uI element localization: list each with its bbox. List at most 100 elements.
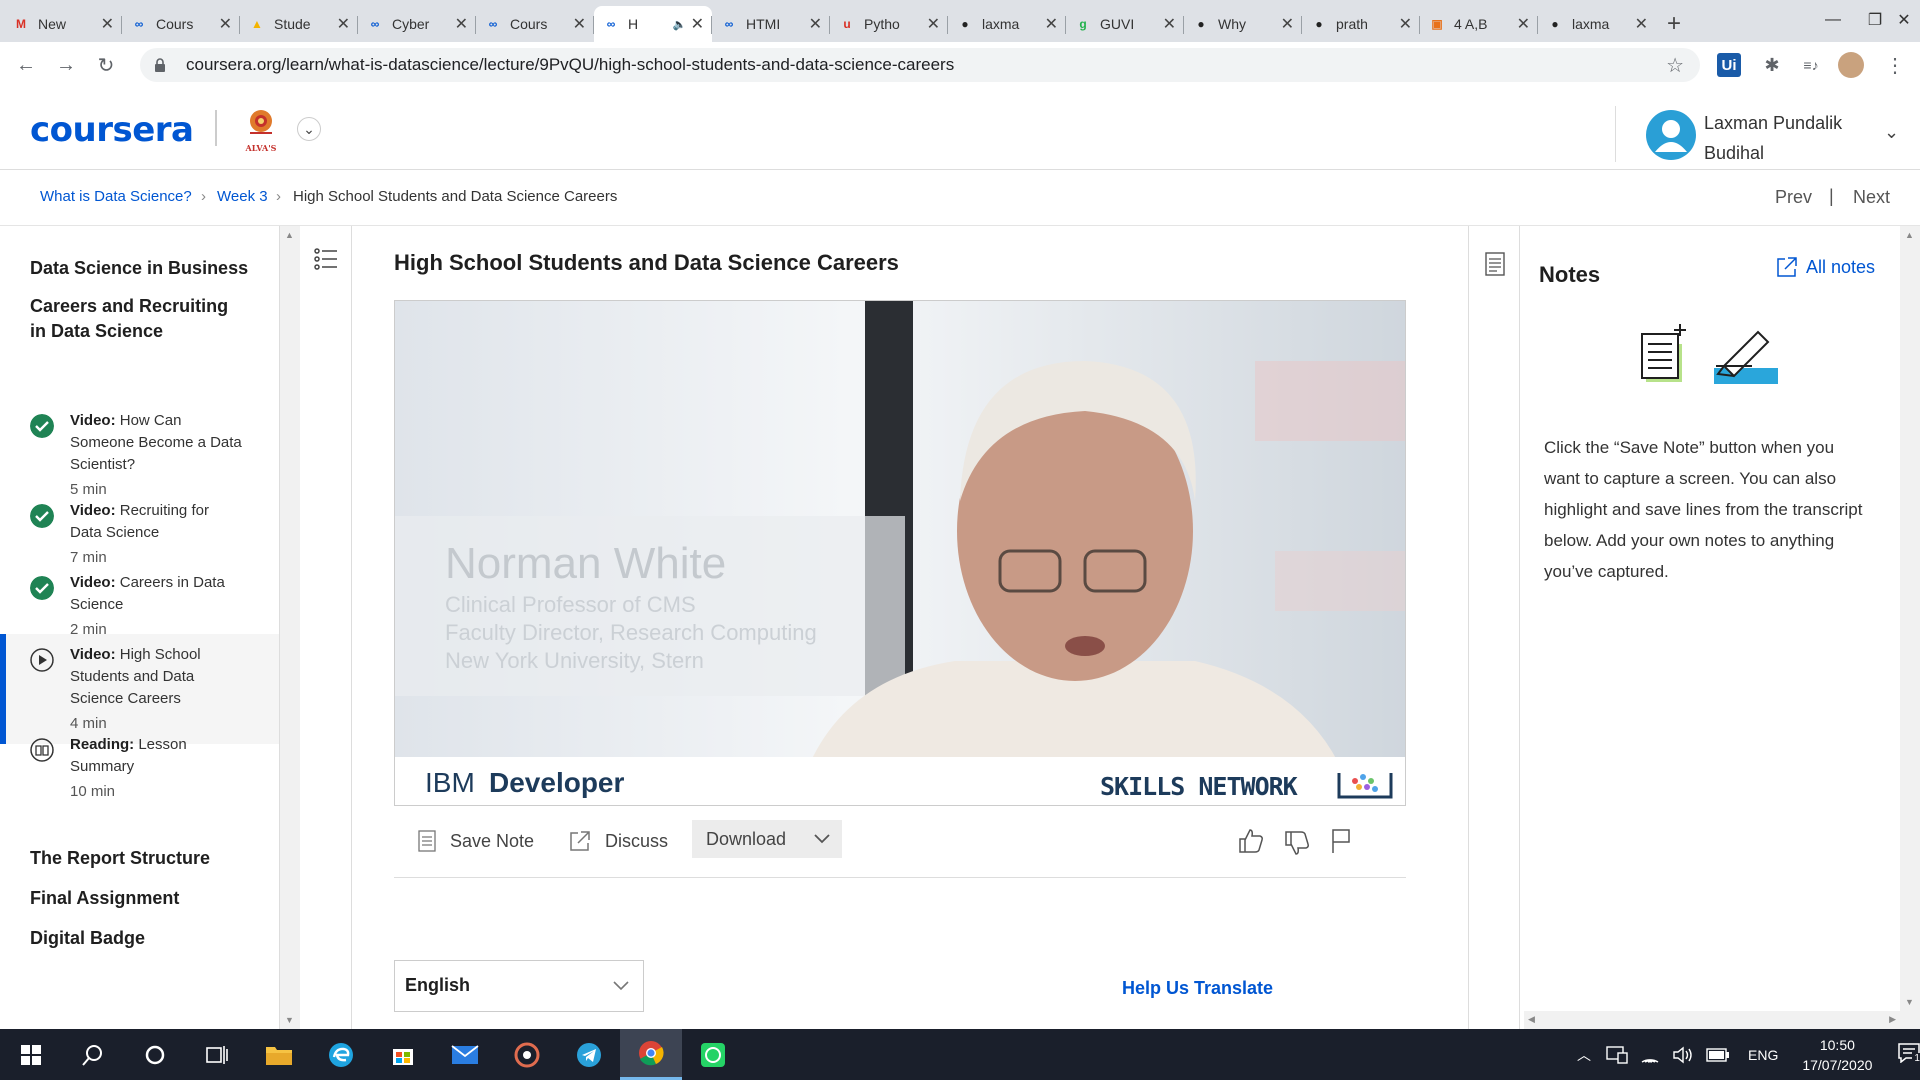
media-control-icon[interactable]: ≡♪ [1796, 50, 1826, 80]
breadcrumb-course[interactable]: What is Data Science? [40, 188, 192, 205]
discuss-button[interactable]: Discuss [569, 830, 668, 852]
close-tab-icon[interactable]: ✕ [1045, 14, 1058, 34]
search-button[interactable] [62, 1029, 124, 1080]
coursera-logo[interactable]: coursera [30, 110, 194, 150]
browser-tab[interactable]: ∞ Cours ✕ [476, 6, 594, 42]
next-link[interactable]: Next [1853, 187, 1890, 208]
file-explorer-taskbar-button[interactable] [248, 1029, 310, 1080]
wifi-icon[interactable] [1640, 1046, 1660, 1064]
clock[interactable]: 10:50 17/07/2020 [1802, 1035, 1872, 1075]
browser-tab[interactable]: u Pytho ✕ [830, 6, 948, 42]
browser-tab[interactable]: M New ✕ [4, 6, 122, 42]
close-tab-icon[interactable]: ✕ [809, 14, 822, 34]
module-final-assignment[interactable]: Final Assignment [30, 886, 179, 911]
new-tab-button[interactable]: + [1656, 6, 1692, 42]
reload-button[interactable]: ↻ [86, 45, 126, 85]
browser-tab[interactable]: ∞ H 🔈 ✕ [594, 6, 712, 42]
user-name[interactable]: Laxman Pundalik Budihal [1704, 108, 1842, 168]
close-tab-icon[interactable]: ✕ [691, 14, 704, 34]
profile-avatar[interactable] [1838, 52, 1864, 78]
lesson-item[interactable]: Video: High School Students and Data Scien… [0, 634, 279, 744]
show-hidden-icons-icon[interactable]: ︿ [1570, 1045, 1598, 1065]
close-tab-icon[interactable]: ✕ [337, 14, 350, 34]
video-player[interactable]: Norman White Clinical Professor of CMS F… [394, 300, 1406, 806]
cortana-button[interactable] [124, 1029, 186, 1080]
breadcrumb-week[interactable]: Week 3 [217, 188, 268, 205]
tab-audio-icon[interactable]: 🔈 [673, 18, 687, 31]
start-button[interactable] [0, 1029, 62, 1080]
address-bar[interactable]: coursera.org/learn/what-is-datascience/l… [140, 48, 1700, 82]
groove-taskbar-button[interactable] [496, 1029, 558, 1080]
uipath-extension-icon[interactable]: Ui [1717, 53, 1741, 77]
scroll-right-arrow-icon[interactable]: ▶ [1889, 1014, 1896, 1025]
partner-dropdown-chevron-icon[interactable]: ⌄ [297, 117, 321, 141]
lesson-item[interactable]: Video: How Can Someone Become a Data Scien… [0, 412, 279, 498]
battery-icon[interactable] [1706, 1047, 1730, 1062]
close-tab-icon[interactable]: ✕ [573, 14, 586, 34]
whatsapp-taskbar-button[interactable] [682, 1029, 744, 1080]
task-view-button[interactable] [186, 1029, 248, 1080]
module-careers-and-recruiting[interactable]: Careers and Recruiting in Data Science [30, 294, 228, 344]
close-tab-icon[interactable]: ✕ [101, 14, 114, 34]
forward-button[interactable]: → [46, 45, 86, 85]
browser-tab[interactable]: ▣ 4 A,B ✕ [1420, 6, 1538, 42]
user-menu-chevron-icon[interactable]: ⌄ [1884, 122, 1899, 143]
browser-tab[interactable]: ● prath ✕ [1302, 6, 1420, 42]
module-digital-badge[interactable]: Digital Badge [30, 926, 145, 951]
browser-tab[interactable]: ∞ Cours ✕ [122, 6, 240, 42]
store-taskbar-button[interactable] [372, 1029, 434, 1080]
notes-scrollbar[interactable]: ▲ ▼ [1900, 226, 1920, 1029]
close-tab-icon[interactable]: ✕ [1399, 14, 1412, 34]
back-button[interactable]: ← [6, 45, 46, 85]
like-icon[interactable] [1238, 828, 1264, 854]
scroll-up-arrow-icon[interactable]: ▲ [1905, 230, 1914, 240]
close-tab-icon[interactable]: ✕ [1517, 14, 1530, 34]
save-note-button[interactable]: Save Note [418, 830, 534, 852]
list-toggle-icon[interactable] [314, 248, 338, 270]
bookmark-star-icon[interactable]: ☆ [1666, 53, 1684, 78]
download-dropdown[interactable]: Download [692, 820, 842, 858]
module-data-science-in-business[interactable]: Data Science in Business [30, 256, 248, 281]
browser-tab[interactable]: ● Why ✕ [1184, 6, 1302, 42]
chrome-menu-icon[interactable]: ⋮ [1880, 50, 1910, 80]
scroll-down-arrow-icon[interactable]: ▼ [285, 1015, 294, 1025]
close-tab-icon[interactable]: ✕ [219, 14, 232, 34]
lesson-item[interactable]: Reading: Lesson Summary 10 min [0, 736, 279, 818]
close-window-button[interactable]: ✕ [1888, 0, 1920, 40]
scroll-down-arrow-icon[interactable]: ▼ [1905, 997, 1914, 1007]
close-tab-icon[interactable]: ✕ [455, 14, 468, 34]
partner-logo[interactable]: ALVA'S [242, 106, 280, 153]
module-report-structure[interactable]: The Report Structure [30, 846, 210, 871]
sidebar-scrollbar[interactable]: ▲ ▼ [280, 226, 300, 1029]
scroll-left-arrow-icon[interactable]: ◀ [1528, 1014, 1535, 1025]
close-tab-icon[interactable]: ✕ [1635, 14, 1648, 34]
help-us-translate-link[interactable]: Help Us Translate [1122, 978, 1273, 999]
flag-icon[interactable] [1330, 828, 1352, 854]
scroll-up-arrow-icon[interactable]: ▲ [285, 230, 294, 240]
device-icon[interactable] [1606, 1045, 1628, 1064]
user-avatar-icon[interactable] [1646, 110, 1696, 160]
browser-tab[interactable]: ▲ Stude ✕ [240, 6, 358, 42]
notes-horizontal-scrollbar[interactable]: ◀ ▶ [1524, 1011, 1900, 1029]
input-language[interactable]: ENG [1748, 1047, 1778, 1063]
browser-tab[interactable]: ● laxma ✕ [1538, 6, 1656, 42]
volume-icon[interactable] [1672, 1046, 1694, 1064]
browser-tab[interactable]: ∞ HTMI ✕ [712, 6, 830, 42]
edge-taskbar-button[interactable] [310, 1029, 372, 1080]
dislike-icon[interactable] [1284, 830, 1310, 856]
prev-link[interactable]: Prev [1775, 187, 1812, 208]
browser-tab[interactable]: g GUVI ✕ [1066, 6, 1184, 42]
mail-taskbar-button[interactable] [434, 1029, 496, 1080]
close-tab-icon[interactable]: ✕ [1281, 14, 1294, 34]
all-notes-link[interactable]: All notes [1776, 256, 1875, 278]
browser-tab[interactable]: ● laxma ✕ [948, 6, 1066, 42]
action-center-button[interactable]: 1 [1898, 1043, 1920, 1066]
chrome-taskbar-button[interactable] [620, 1029, 682, 1080]
telegram-taskbar-button[interactable] [558, 1029, 620, 1080]
language-select[interactable]: English [394, 960, 644, 1012]
extensions-puzzle-icon[interactable]: ✱ [1757, 50, 1787, 80]
browser-tab[interactable]: ∞ Cyber ✕ [358, 6, 476, 42]
notes-toggle-icon[interactable] [1485, 252, 1505, 276]
close-tab-icon[interactable]: ✕ [1163, 14, 1176, 34]
close-tab-icon[interactable]: ✕ [927, 14, 940, 34]
